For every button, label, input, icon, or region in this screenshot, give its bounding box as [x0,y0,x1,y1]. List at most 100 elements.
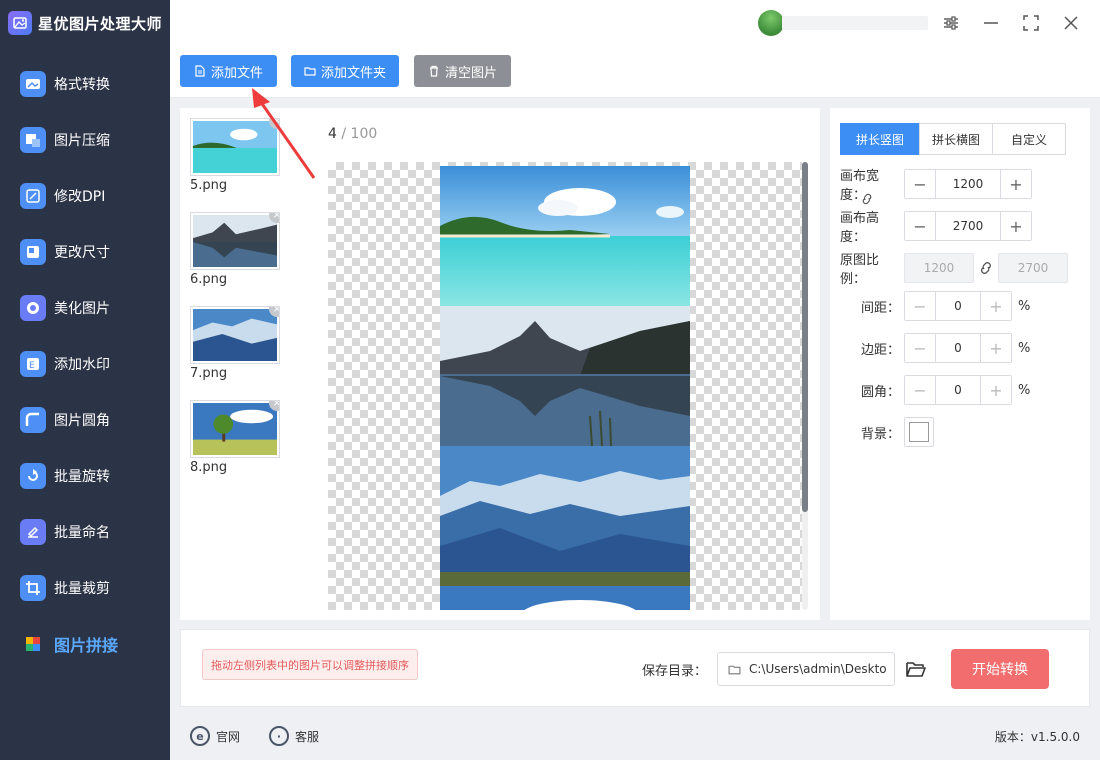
sidebar-item-11[interactable]: 图片拼接 [0,616,170,672]
canvas-width-decrement[interactable]: − [905,170,935,198]
scrollbar-thumb[interactable] [802,162,808,512]
canvas-height-decrement[interactable]: − [905,212,935,240]
sidebar-item-2[interactable]: 图片压缩 [0,112,170,168]
preview-stack [440,166,690,610]
list-item[interactable]: × 8.png [190,400,280,475]
resize-icon [20,239,46,265]
file-name: 5.png [190,178,228,193]
preview-image-mountains [440,446,690,586]
rename-icon [20,519,46,545]
rotate-icon [20,463,46,489]
tab-1[interactable]: 拼长竖图 [840,123,920,155]
thumbnail-image[interactable]: × [190,400,280,458]
radius-increment[interactable]: + [981,376,1011,404]
customer-service-label: 客服 [295,729,320,744]
canvas-height-row: 画布高度： − 2700 + [840,207,1032,245]
canvas-height-stepper: − 2700 + [904,211,1032,241]
sidebar-item-6[interactable]: E 添加水印 [0,336,170,392]
sidebar-item-3[interactable]: 修改DPI [0,168,170,224]
sidebar-item-label: 批量旋转 [54,469,110,485]
tab-3[interactable]: 自定义 [992,123,1066,155]
canvas-height-increment[interactable]: + [1001,212,1031,240]
sidebar-item-8[interactable]: 批量旋转 [0,448,170,504]
list-item[interactable]: × 6.png [190,212,280,287]
round-corner-icon [20,407,46,433]
margin-decrement[interactable]: − [905,334,935,362]
start-convert-button[interactable]: 开始转换 [951,649,1049,689]
stitch-icon [20,631,46,657]
list-item[interactable]: × 7.png [190,306,280,381]
spacing-stepper: − 0 + [904,291,1012,321]
app-title: 星优图片处理大师 [38,14,163,33]
spacing-decrement[interactable]: − [905,292,935,320]
file-name: 8.png [190,460,228,475]
sidebar-item-4[interactable]: 更改尺寸 [0,224,170,280]
version-label: 版本：v1.5.0.0 [994,730,1080,744]
background-row: 背景： [840,417,934,447]
background-color-picker[interactable] [904,417,934,447]
bottom-bar: 拖动左侧列表中的图片可以调整拼接顺序 保存目录： C:\Users\admin\… [180,629,1090,707]
file-name: 7.png [190,366,228,381]
settings-panel: 拼长竖图 拼长横图 自定义 画布宽度： − 1200 + 画布高度： − 2700 … [830,108,1090,620]
save-dir-input[interactable]: C:\Users\admin\Deskto [717,652,895,686]
margin-input[interactable]: 0 [935,334,981,362]
clear-images-label: 清空图片 [444,65,497,81]
customer-service-link[interactable]: · 客服 [269,726,319,746]
canvas-height-label: 画布高度： [840,211,880,245]
spacing-label: 间距： [860,300,900,316]
sidebar-item-5[interactable]: 美化图片 [0,280,170,336]
official-site-label: 官网 [216,729,241,744]
background-color-swatch [909,422,929,442]
chat-icon: · [269,726,289,746]
browse-folder-icon[interactable] [905,659,927,679]
user-name-placeholder [782,16,928,30]
link-icon[interactable] [860,192,874,206]
dpi-icon [20,183,46,209]
top-bar [170,0,1100,46]
footer: e 官网 · 客服 版本：v1.5.0.0 [170,712,1100,760]
close-icon[interactable] [1060,12,1082,34]
margin-increment[interactable]: + [981,334,1011,362]
spacing-input[interactable]: 0 [935,292,981,320]
add-file-button[interactable]: 添加文件 [180,55,277,87]
sidebar-item-7[interactable]: 图片圆角 [0,392,170,448]
thumbnail-image[interactable]: × [190,212,280,270]
sidebar-item-label: 图片圆角 [54,413,110,429]
settings-sliders-icon[interactable] [940,12,962,34]
add-file-label: 添加文件 [210,65,263,81]
counter-total: 100 [350,126,378,142]
thumbnail-image[interactable]: × [190,118,280,176]
sidebar-item-1[interactable]: 格式转换 [0,56,170,112]
folder-icon [304,67,316,76]
ratio-height-field: 2700 [998,253,1068,283]
sidebar-item-label: 批量命名 [54,525,110,541]
thumbnail-image[interactable]: × [190,306,280,364]
canvas-width-stepper: − 1200 + [904,169,1032,199]
spacing-increment[interactable]: + [981,292,1011,320]
sidebar-item-label: 修改DPI [54,189,106,205]
canvas-width-increment[interactable]: + [1001,170,1031,198]
sidebar-item-label: 格式转换 [54,77,110,93]
sidebar-item-label: 美化图片 [54,301,110,317]
maximize-icon[interactable] [1020,12,1042,34]
radius-row: 圆角： − 0 + % [840,375,1030,405]
preview-scrollbar[interactable] [802,162,808,610]
list-item[interactable]: × 5.png [190,118,280,193]
sidebar-item-label: 添加水印 [54,357,110,373]
minimize-icon[interactable] [980,12,1002,34]
canvas-width-input[interactable]: 1200 [935,170,1001,198]
radius-decrement[interactable]: − [905,376,935,404]
radius-input[interactable]: 0 [935,376,981,404]
ratio-link-icon[interactable] [978,260,994,276]
sidebar-item-9[interactable]: 批量命名 [0,504,170,560]
sidebar-item-10[interactable]: 批量裁剪 [0,560,170,616]
tab-2[interactable]: 拼长横图 [919,123,993,155]
canvas-height-input[interactable]: 2700 [935,212,1001,240]
official-site-link[interactable]: e 官网 [190,726,240,746]
clear-images-button[interactable]: 清空图片 [414,55,511,87]
add-folder-button[interactable]: 添加文件夹 [291,55,399,87]
radius-stepper: − 0 + [904,375,1012,405]
avatar[interactable] [758,10,784,36]
page-counter: 4 / 100 [328,126,377,142]
counter-current: 4 [328,126,337,142]
